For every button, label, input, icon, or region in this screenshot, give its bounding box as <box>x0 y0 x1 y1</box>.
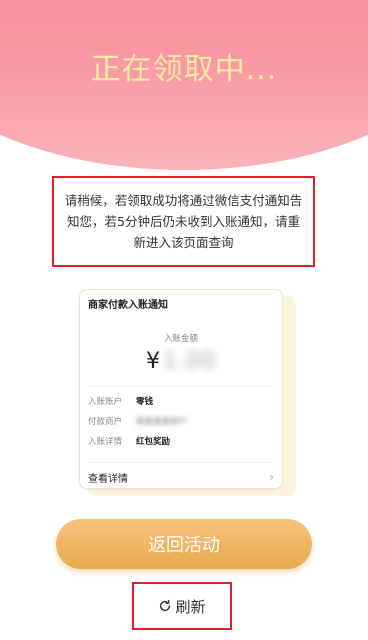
card-title: 商家付款入账通知 <box>88 300 168 311</box>
refresh-label: 刷新 <box>175 597 206 616</box>
detail-label: 入账账户 <box>88 397 123 407</box>
detail-value: 红包奖励 <box>136 437 171 447</box>
payment-notice-card: 商家付款入账通知 入账金额 ¥ 1.00 入账账户 零钱 付款商户 某某某某商户… <box>79 289 283 489</box>
page-title: 正在领取中... <box>90 52 278 87</box>
refresh-icon <box>160 599 171 612</box>
detail-row-merchant: 付款商户 某某某某商户 <box>88 414 274 428</box>
return-to-activity-button[interactable]: 返回活动 <box>56 519 312 569</box>
detail-value: 某某某某商户 <box>136 417 188 427</box>
amount-row: ¥ 1.00 <box>80 343 282 379</box>
refresh-content: 刷新 <box>158 596 206 617</box>
card-divider <box>88 386 274 387</box>
refresh-button[interactable]: 刷新 <box>132 582 232 630</box>
return-button-label: 返回活动 <box>148 535 220 556</box>
instruction-box: 请稍候，若领取成功将通过微信支付通知告知您，若5分钟后仍未收到入账通知，请重新进… <box>52 176 315 267</box>
detail-value: 零钱 <box>136 397 154 407</box>
detail-row-account: 入账账户 零钱 <box>88 394 274 408</box>
chevron-right-icon: › <box>269 470 274 484</box>
instruction-text: 请稍候，若领取成功将通过微信支付通知告知您，若5分钟后仍未收到入账通知，请重新进… <box>64 193 303 250</box>
view-details-label: 查看详情 <box>88 473 128 485</box>
detail-label: 入账详情 <box>88 437 123 447</box>
amount-value: 1.00 <box>163 348 216 374</box>
currency-symbol: ¥ <box>146 348 160 374</box>
view-details-link[interactable]: 查看详情 › <box>88 470 274 485</box>
header: 正在领取中... <box>0 0 368 175</box>
detail-row-details: 入账详情 红包奖励 <box>88 434 274 448</box>
detail-label: 付款商户 <box>88 417 123 427</box>
card-divider <box>88 462 274 463</box>
